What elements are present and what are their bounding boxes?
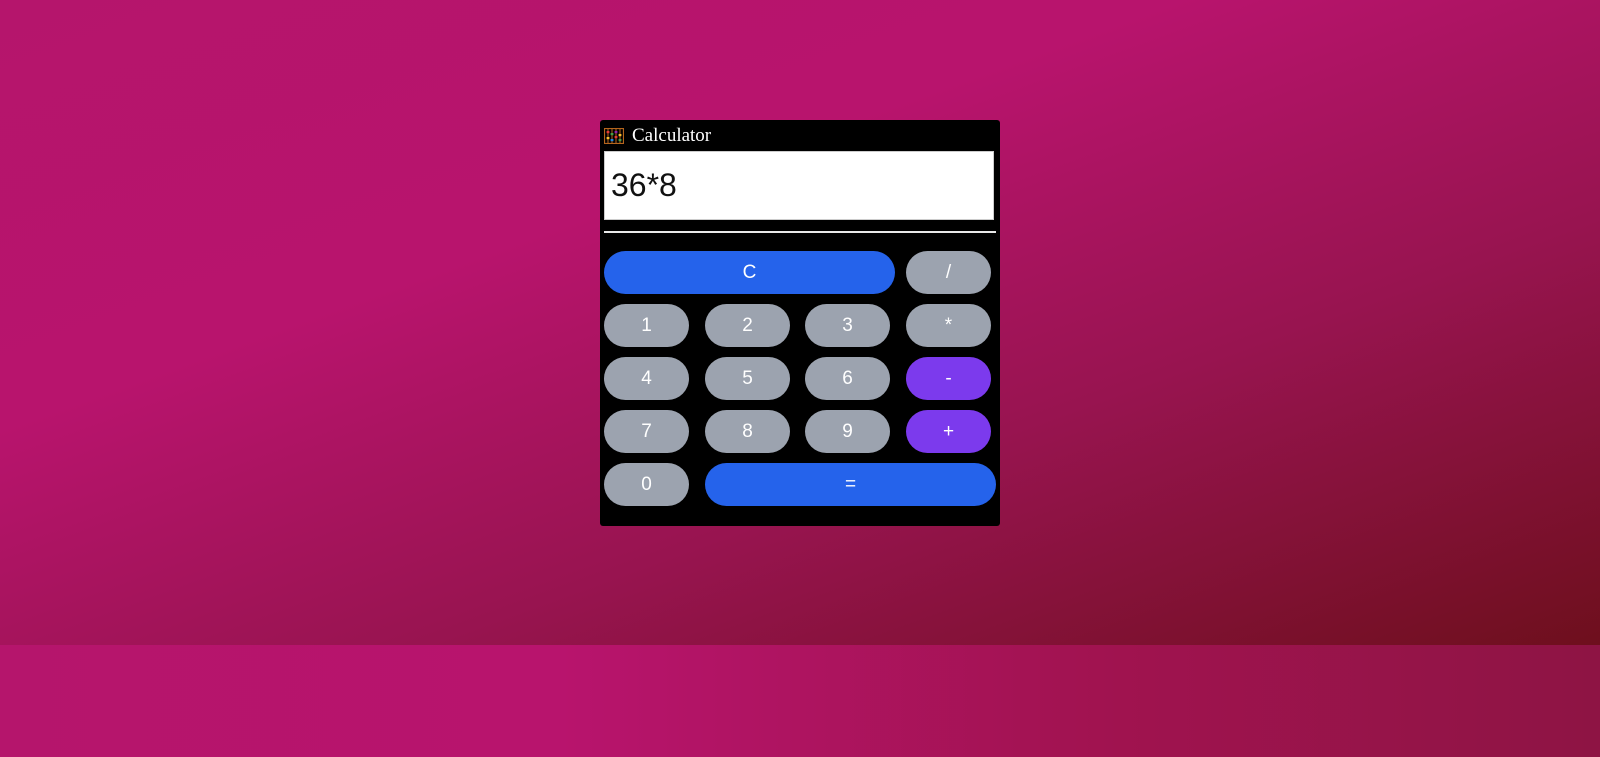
digit-6-button[interactable]: 6 [805, 357, 890, 400]
digit-9-button[interactable]: 9 [805, 410, 890, 453]
divide-button[interactable]: / [906, 251, 991, 294]
multiply-button[interactable]: * [906, 304, 991, 347]
digit-5-button[interactable]: 5 [705, 357, 790, 400]
add-button[interactable]: + [906, 410, 991, 453]
calculator-window: Calculator C / 1 2 3 * 4 5 6 - 7 8 9 + 0… [600, 120, 1000, 526]
title-bar: Calculator [600, 120, 1000, 150]
digit-7-button[interactable]: 7 [604, 410, 689, 453]
subtract-button[interactable]: - [906, 357, 991, 400]
page-background-lower [0, 645, 1600, 757]
window-title: Calculator [632, 125, 712, 146]
clear-button[interactable]: C [604, 251, 895, 294]
digit-8-button[interactable]: 8 [705, 410, 790, 453]
equals-button[interactable]: = [705, 463, 996, 506]
digit-3-button[interactable]: 3 [805, 304, 890, 347]
digit-2-button[interactable]: 2 [705, 304, 790, 347]
calculator-display[interactable] [604, 151, 994, 220]
digit-4-button[interactable]: 4 [604, 357, 689, 400]
abacus-icon [603, 127, 625, 145]
digit-0-button[interactable]: 0 [604, 463, 689, 506]
divider [604, 231, 996, 233]
digit-1-button[interactable]: 1 [604, 304, 689, 347]
